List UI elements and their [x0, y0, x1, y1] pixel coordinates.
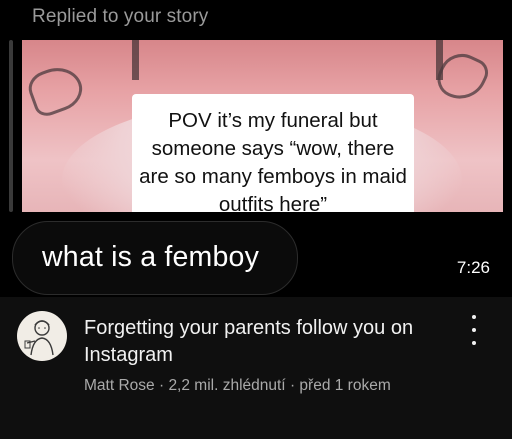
tattoo-left [24, 60, 88, 120]
reply-message-text: what is a femboy [42, 241, 260, 273]
strap-left [132, 40, 139, 80]
upload-age: před 1 rokem [299, 377, 391, 394]
replied-to-story-label: Replied to your story [32, 6, 209, 27]
meta-separator: · [289, 377, 296, 394]
story-thumbnail[interactable]: POV it’s my funeral but someone says “wo… [22, 40, 503, 212]
video-info-row[interactable]: Forgetting your parents follow you on In… [0, 297, 512, 439]
story-caption-box: POV it’s my funeral but someone says “wo… [132, 94, 414, 212]
more-vertical-icon[interactable] [462, 315, 486, 345]
story-caption-text: POV it’s my funeral but someone says “wo… [139, 108, 407, 213]
dot [472, 328, 476, 332]
message-timestamp: 7:26 [456, 258, 490, 277]
avatar-illustration-icon [24, 320, 54, 356]
video-player[interactable]: Replied to your story POV it’s my funera… [0, 0, 512, 297]
video-meta: Matt Rose · 2,2 mil. zhlédnutí · před 1 … [84, 377, 391, 395]
dot [472, 315, 476, 319]
channel-avatar[interactable] [17, 311, 67, 361]
view-count: 2,2 mil. zhlédnutí [168, 377, 286, 394]
video-title[interactable]: Forgetting your parents follow you on In… [84, 315, 454, 369]
channel-name[interactable]: Matt Rose [84, 377, 155, 394]
reply-quote-bar [9, 40, 13, 212]
dot [472, 341, 476, 345]
meta-separator: · [158, 377, 165, 394]
